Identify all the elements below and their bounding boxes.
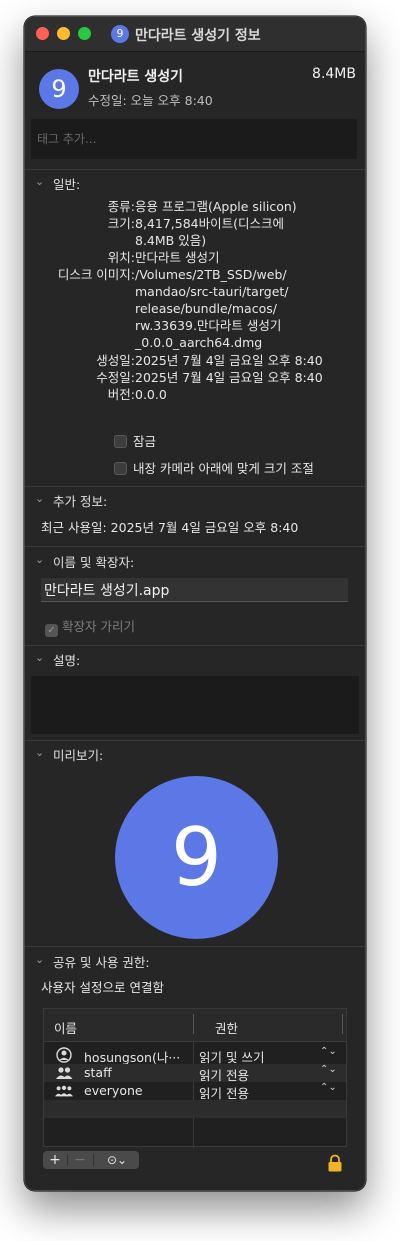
permissions-table-header: 이름 권한 [44, 1009, 346, 1042]
locked-label: 잠금 [133, 434, 157, 449]
section-name-ext-header[interactable]: ⌄ 이름 및 확장자: [25, 549, 365, 573]
remove-button[interactable]: − [68, 1151, 92, 1169]
locked-checkbox-row[interactable]: 잠금 [114, 431, 156, 450]
chevron-up-down-icon[interactable]: ⌃⌄ [320, 1046, 337, 1057]
section-more-info-header[interactable]: ⌄ 추가 정보: [25, 488, 365, 512]
chevron-down-icon[interactable]: ⌄ [35, 746, 44, 759]
divider [25, 486, 365, 487]
version-value: 0.0.0 [135, 387, 167, 402]
kind-value: 응용 프로그램(Apple silicon) [135, 199, 297, 214]
disk-image-label: 디스크 이미지: [57, 267, 135, 282]
add-button[interactable]: + [43, 1151, 67, 1169]
divider [25, 169, 365, 170]
file-name-field[interactable] [41, 578, 348, 602]
last-opened: 최근 사용일: 2025년 7월 4일 금요일 오후 8:40 [41, 520, 299, 535]
created-value: 2025년 7월 4일 금요일 오후 8:40 [135, 353, 323, 368]
chevron-down-icon[interactable]: ⌄ [35, 953, 44, 966]
column-header-name[interactable]: 이름 [54, 1018, 77, 1037]
hide-extension-checkbox[interactable]: ✓ [45, 624, 58, 637]
table-row[interactable]: everyone 읽기 전용 ⌃⌄ [44, 1082, 346, 1101]
app-icon: 9 [39, 69, 79, 109]
locked-checkbox[interactable] [114, 435, 127, 448]
column-header-privilege[interactable]: 권한 [215, 1018, 238, 1037]
hide-extension-row[interactable]: ✓ 확장자 가리기 [45, 616, 135, 637]
chevron-up-down-icon[interactable]: ⌃⌄ [320, 1082, 337, 1093]
kind-label: 종류: [107, 199, 135, 214]
window-title: 만다라트 생성기 정보 [135, 28, 261, 44]
section-general-header[interactable]: ⌄ 일반: [25, 171, 365, 195]
app-title-icon: 9 [111, 25, 129, 43]
created-label: 생성일: [96, 353, 135, 368]
camera-scale-checkbox[interactable] [114, 462, 127, 475]
group-icon [56, 1067, 73, 1079]
chevron-down-icon[interactable]: ⌄ [35, 175, 44, 188]
row-name: everyone [84, 1083, 143, 1098]
camera-scale-checkbox-row[interactable]: 내장 카메라 아래에 맞게 크기 조절 [114, 458, 314, 477]
everyone-icon [55, 1085, 73, 1097]
table-row-empty [44, 1118, 346, 1136]
section-comments-label: 설명: [53, 653, 81, 668]
user-icon [56, 1047, 72, 1063]
chevron-down-icon[interactable]: ⌄ [35, 651, 44, 664]
divider [93, 1154, 94, 1166]
preview-image: 9 [115, 776, 278, 939]
divider [25, 946, 365, 947]
chevron-up-down-icon[interactable]: ⌃⌄ [320, 1064, 337, 1075]
section-permissions-label: 공유 및 사용 권한: [53, 955, 150, 970]
permissions-table: 이름 권한 hosungson(나··· 읽기 및 쓰기 ⌃⌄ staff 읽기… [43, 1008, 347, 1147]
section-name-ext-label: 이름 및 확장자: [53, 555, 135, 570]
chevron-down-icon[interactable]: ⌄ [35, 553, 44, 566]
modified-label: 수정일: [96, 370, 135, 385]
app-modified-date: 수정일: 오늘 오후 8:40 [88, 93, 213, 108]
version-label: 버전: [107, 387, 135, 402]
section-preview-header[interactable]: ⌄ 미리보기: [25, 742, 365, 766]
row-name: staff [84, 1065, 112, 1080]
more-actions-button[interactable]: ⊙⌄ [97, 1151, 137, 1169]
minimize-button[interactable] [57, 27, 70, 40]
disk-image-value-line2: mandao/src-tauri/target/ [135, 284, 289, 299]
divider [25, 740, 365, 741]
title-bar[interactable]: 9 만다라트 생성기 정보 [25, 17, 365, 52]
permissions-toolbar: + − ⊙⌄ [43, 1151, 139, 1169]
size-value-line2: 8.4MB 있음) [135, 233, 207, 248]
section-general-label: 일반: [53, 177, 81, 192]
where-value: 만다라트 생성기 [135, 250, 220, 265]
table-row[interactable]: staff 읽기 전용 ⌃⌄ [44, 1064, 346, 1083]
disk-image-value-line5: _0.0.0_aarch64.dmg [135, 335, 263, 350]
hide-extension-label: 확장자 가리기 [62, 619, 135, 634]
disk-image-value-line4: rw.33639.만다라트 생성기 [135, 318, 282, 333]
section-preview-label: 미리보기: [53, 748, 104, 763]
modified-value: 2025년 7월 4일 금요일 오후 8:40 [135, 370, 323, 385]
permissions-subtitle: 사용자 설정으로 연결함 [41, 980, 164, 995]
app-size: 8.4MB [312, 66, 356, 82]
tags-input[interactable] [31, 119, 357, 159]
comments-field[interactable] [31, 676, 359, 734]
section-permissions-header[interactable]: ⌄ 공유 및 사용 권한: [25, 949, 365, 973]
app-name: 만다라트 생성기 [88, 69, 184, 85]
divider [25, 645, 365, 646]
divider [25, 546, 365, 547]
info-window: 9 만다라트 생성기 정보 9 만다라트 생성기 8.4MB 수정일: 오늘 오… [24, 16, 366, 1191]
size-label: 크기: [107, 216, 135, 231]
table-row-empty [44, 1100, 346, 1118]
table-row[interactable]: hosungson(나··· 읽기 및 쓰기 ⌃⌄ [44, 1046, 346, 1065]
chevron-down-icon[interactable]: ⌄ [35, 492, 44, 505]
disk-image-value-line3: release/bundle/macos/ [135, 301, 277, 316]
where-label: 위치: [107, 250, 135, 265]
column-separator[interactable] [342, 1014, 343, 1034]
lock-icon[interactable] [327, 1154, 343, 1172]
section-more-info-label: 추가 정보: [53, 494, 108, 509]
camera-scale-label: 내장 카메라 아래에 맞게 크기 조절 [133, 461, 314, 476]
section-comments-header[interactable]: ⌄ 설명: [25, 647, 365, 671]
close-button[interactable] [36, 27, 49, 40]
disk-image-value-line1: /Volumes/2TB_SSD/web/ [135, 267, 287, 282]
zoom-button[interactable] [78, 27, 91, 40]
size-value-line1: 8,417,584바이트(디스크에 [135, 216, 284, 231]
column-separator[interactable] [193, 1014, 194, 1034]
